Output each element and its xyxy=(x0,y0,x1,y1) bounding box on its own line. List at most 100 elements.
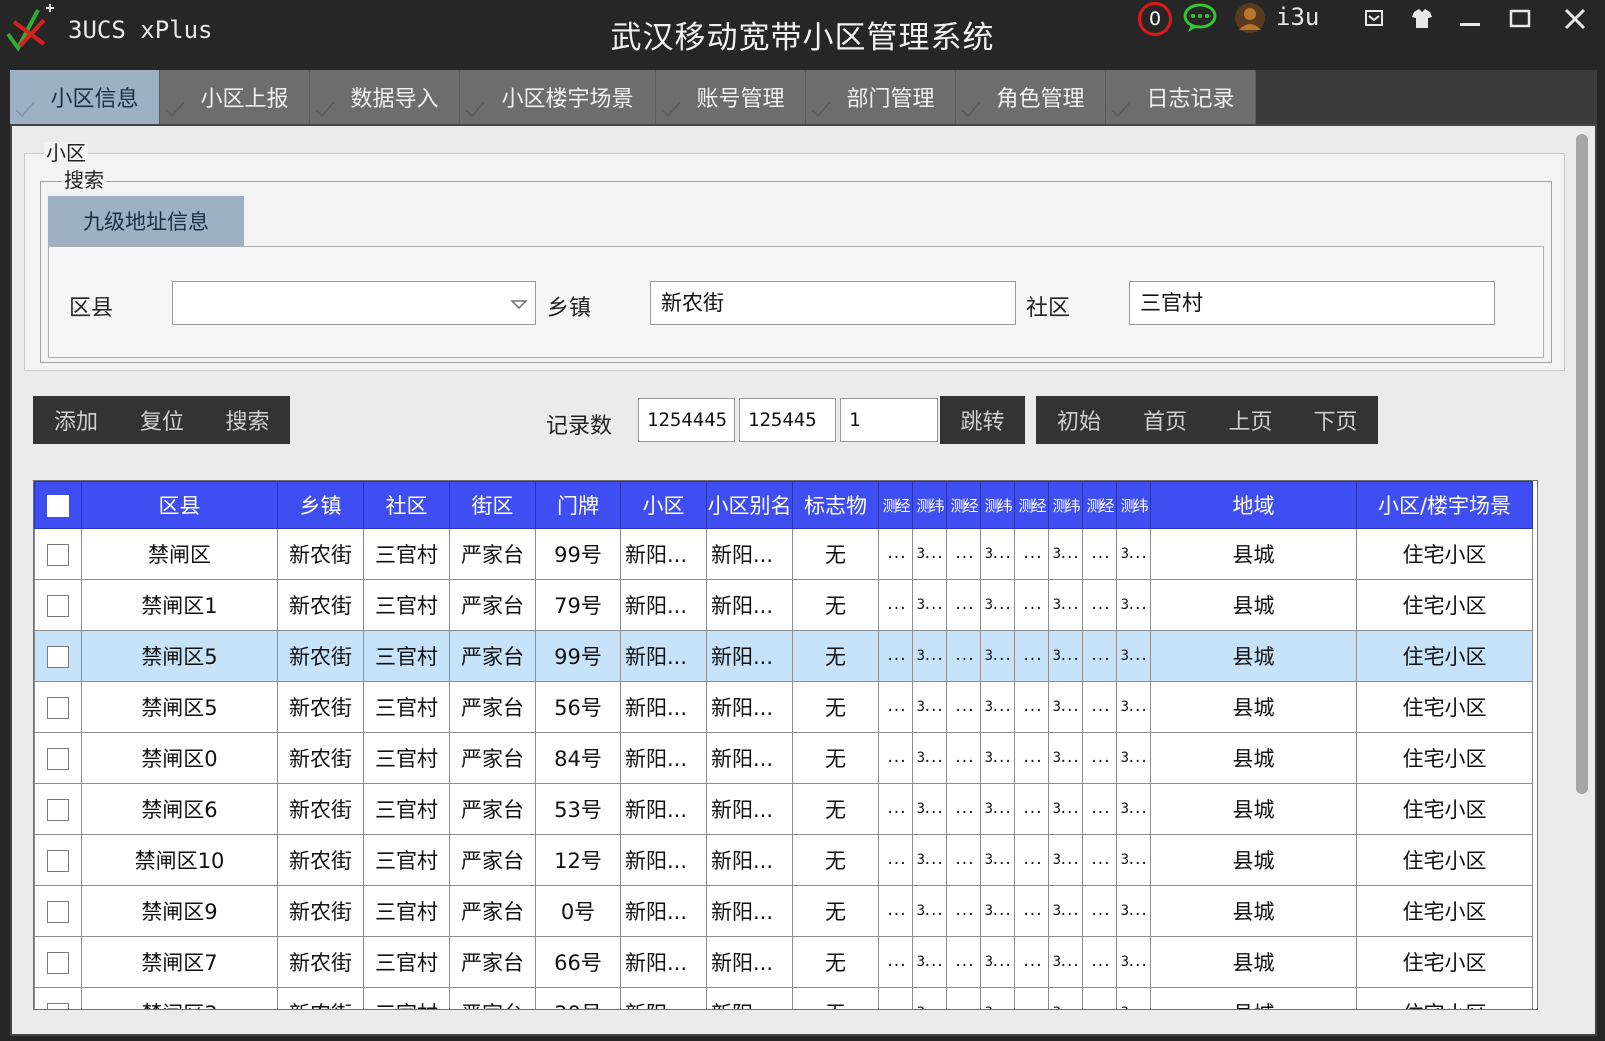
cell-block[interactable]: 严家台 xyxy=(449,528,536,580)
cell-coordinate[interactable]: ... xyxy=(946,936,981,988)
cell-coordinate[interactable]: ... xyxy=(878,987,913,1009)
cell-coordinate[interactable]: 3... xyxy=(980,579,1015,631)
cell-coordinate[interactable]: 3... xyxy=(912,528,947,580)
cell-coordinate[interactable]: ... xyxy=(1082,579,1117,631)
cell-town[interactable]: 新农街 xyxy=(277,630,364,682)
cell-name[interactable]: 新阳... xyxy=(620,783,707,835)
cell-name[interactable]: 新阳... xyxy=(620,579,707,631)
close-icon[interactable] xyxy=(1555,4,1595,34)
cell-door[interactable]: 56号 xyxy=(535,681,621,733)
cell-block[interactable]: 严家台 xyxy=(449,783,536,835)
cell-district[interactable]: 禁闸区5 xyxy=(81,630,278,682)
cell-coordinate[interactable]: ... xyxy=(1082,936,1117,988)
cell-coordinate[interactable]: 3... xyxy=(1048,987,1083,1009)
cell-alias[interactable]: 新阳... xyxy=(706,834,793,886)
cell-region[interactable]: 县城 xyxy=(1150,885,1357,937)
row-checkbox[interactable] xyxy=(47,952,69,974)
cell-coordinate[interactable]: 3... xyxy=(980,630,1015,682)
cell-community[interactable]: 三官村 xyxy=(363,936,450,988)
column-header[interactable]: 标志物 xyxy=(792,481,879,529)
row-select-cell[interactable] xyxy=(34,681,82,733)
cell-door[interactable]: 53号 xyxy=(535,783,621,835)
cell-door[interactable]: 0号 xyxy=(535,885,621,937)
cell-coordinate[interactable]: ... xyxy=(946,732,981,784)
column-header[interactable]: 地域 xyxy=(1150,481,1357,529)
add-button[interactable]: 添加 xyxy=(33,396,119,444)
row-select-cell[interactable] xyxy=(34,834,82,886)
cell-coordinate[interactable]: 3... xyxy=(912,783,947,835)
cell-district[interactable]: 禁闸区6 xyxy=(81,783,278,835)
cell-district[interactable]: 禁闸区 xyxy=(81,528,278,580)
table-row[interactable]: 禁闸区7 新农街 三官村 严家台 66号 新阳... 新阳... 无... 3...... 3..… xyxy=(34,936,1533,988)
cell-coordinate[interactable]: 3... xyxy=(980,732,1015,784)
cell-door[interactable]: 66号 xyxy=(535,936,621,988)
cell-coordinate[interactable]: 3... xyxy=(1116,987,1151,1009)
cell-coordinate[interactable]: ... xyxy=(1082,681,1117,733)
cell-region[interactable]: 县城 xyxy=(1150,630,1357,682)
cell-alias[interactable]: 新阳... xyxy=(706,732,793,784)
cell-door[interactable]: 30号 xyxy=(535,987,621,1009)
row-select-cell[interactable] xyxy=(34,783,82,835)
row-checkbox[interactable] xyxy=(47,544,69,566)
cell-coordinate[interactable]: ... xyxy=(1014,987,1049,1009)
cell-town[interactable]: 新农街 xyxy=(277,528,364,580)
cell-alias[interactable]: 新阳... xyxy=(706,528,793,580)
cell-scene[interactable]: 住宅小区 xyxy=(1356,936,1533,988)
cell-coordinate[interactable]: 3... xyxy=(1048,732,1083,784)
cell-alias[interactable]: 新阳... xyxy=(706,885,793,937)
cell-coordinate[interactable]: ... xyxy=(878,732,913,784)
cell-alias[interactable]: 新阳... xyxy=(706,987,793,1009)
scrollbar-thumb[interactable] xyxy=(1576,134,1588,794)
cell-coordinate[interactable]: ... xyxy=(878,885,913,937)
cell-coordinate[interactable]: ... xyxy=(1082,528,1117,580)
cell-coordinate[interactable]: 3... xyxy=(1048,681,1083,733)
table-row[interactable]: 禁闸区6 新农街 三官村 严家台 53号 新阳... 新阳... 无... 3...... 3..… xyxy=(34,783,1533,835)
cell-block[interactable]: 严家台 xyxy=(449,732,536,784)
cell-coordinate[interactable]: 3... xyxy=(1116,579,1151,631)
cell-coordinate[interactable]: ... xyxy=(946,834,981,886)
cell-coordinate[interactable]: ... xyxy=(1082,885,1117,937)
row-select-cell[interactable] xyxy=(34,579,82,631)
table-row[interactable]: 禁闸区5 新农街 三官村 严家台 56号 新阳... 新阳... 无... 3...... 3..… xyxy=(34,681,1533,733)
column-header[interactable]: 测纬 xyxy=(912,481,947,529)
row-select-cell[interactable] xyxy=(34,987,82,1009)
cell-coordinate[interactable]: 3... xyxy=(1116,630,1151,682)
cell-region[interactable]: 县城 xyxy=(1150,936,1357,988)
cell-coordinate[interactable]: ... xyxy=(878,630,913,682)
column-header[interactable]: 小区/楼宇场景 xyxy=(1356,481,1533,529)
cell-block[interactable]: 严家台 xyxy=(449,630,536,682)
cell-coordinate[interactable]: ... xyxy=(946,630,981,682)
cell-town[interactable]: 新农街 xyxy=(277,783,364,835)
cell-block[interactable]: 严家台 xyxy=(449,987,536,1009)
cell-name[interactable]: 新阳... xyxy=(620,630,707,682)
cell-community[interactable]: 三官村 xyxy=(363,528,450,580)
cell-coordinate[interactable]: ... xyxy=(878,783,913,835)
cell-scene[interactable]: 住宅小区 xyxy=(1356,885,1533,937)
row-checkbox[interactable] xyxy=(47,748,69,770)
cell-alias[interactable]: 新阳... xyxy=(706,936,793,988)
column-header[interactable]: 测经 xyxy=(1082,481,1117,529)
cell-block[interactable]: 严家台 xyxy=(449,579,536,631)
jump-button[interactable]: 跳转 xyxy=(940,396,1025,444)
cell-coordinate[interactable]: ... xyxy=(1014,732,1049,784)
row-checkbox[interactable] xyxy=(47,1003,69,1009)
cell-coordinate[interactable]: 3... xyxy=(1048,783,1083,835)
cell-block[interactable]: 严家台 xyxy=(449,681,536,733)
cell-coordinate[interactable]: 3... xyxy=(912,987,947,1009)
cell-community[interactable]: 三官村 xyxy=(363,987,450,1009)
cell-coordinate[interactable]: 3... xyxy=(1048,579,1083,631)
cell-door[interactable]: 99号 xyxy=(535,630,621,682)
table-row[interactable]: 禁闸区 新农街 三官村 严家台 99号 新阳... 新阳... 无... 3...... 3...… xyxy=(34,528,1533,580)
cell-name[interactable]: 新阳... xyxy=(620,834,707,886)
cell-coordinate[interactable]: 3... xyxy=(912,630,947,682)
chat-icon[interactable] xyxy=(1182,2,1218,34)
table-row[interactable]: 禁闸区1 新农街 三官村 严家台 79号 新阳... 新阳... 无... 3...... 3..… xyxy=(34,579,1533,631)
cell-coordinate[interactable]: 3... xyxy=(980,783,1015,835)
cell-coordinate[interactable]: ... xyxy=(878,528,913,580)
maximize-icon[interactable] xyxy=(1500,4,1540,34)
cell-name[interactable]: 新阳... xyxy=(620,987,707,1009)
cell-landmark[interactable]: 无 xyxy=(792,936,879,988)
cell-town[interactable]: 新农街 xyxy=(277,732,364,784)
tab-building-scene[interactable]: 小区楼宇场景 xyxy=(460,70,656,124)
row-checkbox[interactable] xyxy=(47,799,69,821)
